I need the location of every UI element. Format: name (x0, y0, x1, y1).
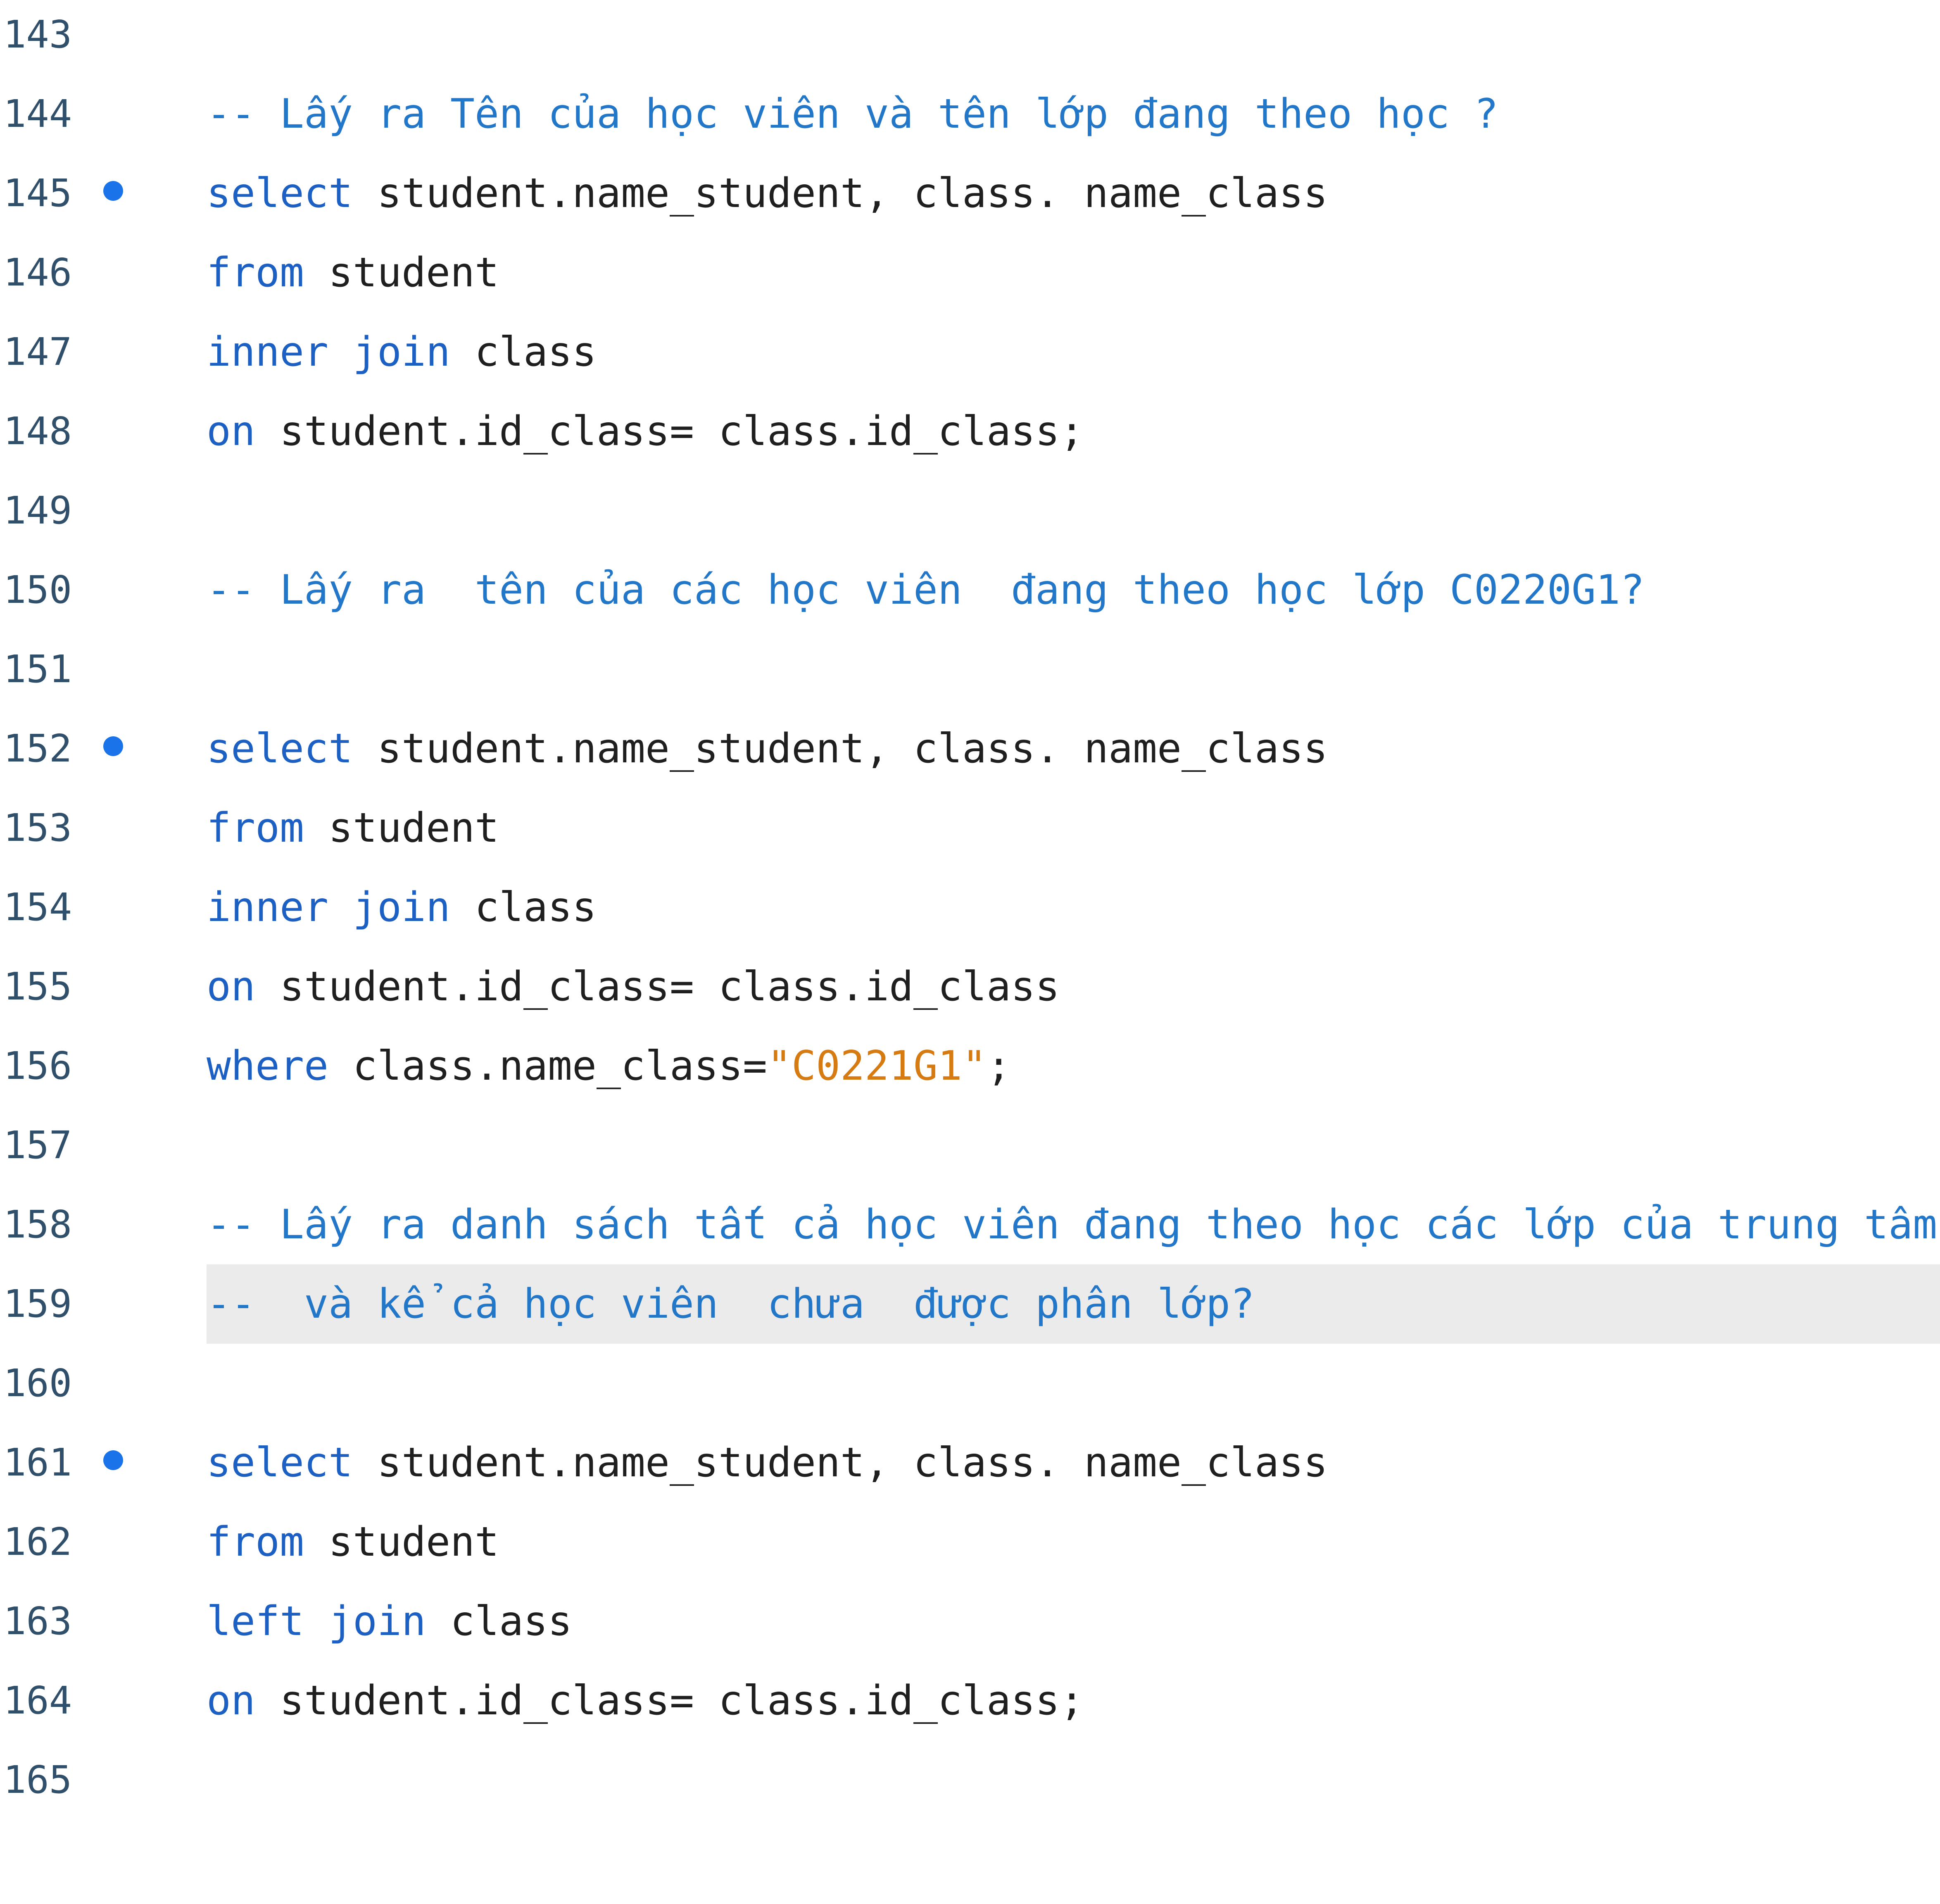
sql-identifier: class (426, 1598, 573, 1645)
code-text: on student.id_class= class.id_class (207, 954, 1060, 1020)
line-number: 147 (3, 330, 72, 374)
sql-comment: -- và kể cả học viên chưa được phân lớp? (207, 1280, 1255, 1328)
line-number: 159 (3, 1282, 72, 1326)
code-editor[interactable]: 143 144 -- Lấy ra Tên của học viên và tên … (0, 0, 1940, 1904)
line-number: 154 (3, 885, 72, 929)
sql-keyword: from (207, 249, 304, 296)
code-text: where class.name_class="C0221G1"; (207, 1033, 1011, 1099)
sql-keyword: on (207, 408, 256, 455)
line-number: 152 (3, 726, 72, 771)
sql-identifier: student (304, 249, 499, 296)
line-number: 164 (3, 1678, 72, 1723)
sql-keyword: select (207, 725, 353, 772)
code-text: from student (207, 1509, 499, 1575)
sql-keyword: select (207, 1439, 353, 1486)
code-line[interactable]: 158 -- Lấy ra danh sách tất cả học viên đ… (0, 1185, 1940, 1264)
sql-string-literal: "C0221G1" (767, 1042, 987, 1090)
code-text: select student.name_student, class. name… (207, 1430, 1328, 1496)
run-statement-dot-icon[interactable] (103, 736, 123, 756)
code-line[interactable]: 145 select student.name_student, class. n… (0, 154, 1940, 233)
line-number: 155 (3, 964, 72, 1009)
sql-identifier: student.id_class= class.id_class (255, 963, 1060, 1010)
line-number: 143 (3, 12, 72, 57)
code-line[interactable]: 162 from student (0, 1502, 1940, 1582)
line-number: 160 (3, 1361, 72, 1405)
sql-comment: -- Lấy ra Tên của học viên và tên lớp đa… (207, 90, 1499, 138)
sql-identifier: student (304, 1518, 499, 1566)
line-number: 158 (3, 1202, 72, 1247)
sql-identifier: ; (987, 1042, 1011, 1090)
line-number: 150 (3, 568, 72, 612)
line-number: 165 (3, 1758, 72, 1802)
sql-keyword: on (207, 1677, 256, 1724)
code-text: left join class (207, 1588, 572, 1654)
line-number: 149 (3, 488, 72, 533)
code-text: from student (207, 795, 499, 861)
code-text: on student.id_class= class.id_class; (207, 1668, 1084, 1734)
sql-identifier: class.name_class= (328, 1042, 768, 1090)
sql-comment: -- Lấy ra tên của các học viên đang theo… (207, 566, 1645, 614)
code-line[interactable]: 161 select student.name_student, class. n… (0, 1423, 1940, 1502)
sql-keyword: from (207, 804, 304, 852)
sql-identifier: student (304, 804, 499, 852)
line-number: 163 (3, 1599, 72, 1643)
line-number: 161 (3, 1440, 72, 1485)
code-line[interactable]: 164 on student.id_class= class.id_class; (0, 1661, 1940, 1740)
line-number: 157 (3, 1123, 72, 1167)
code-line[interactable]: 151 (0, 630, 1940, 709)
code-line[interactable]: 153 from student (0, 788, 1940, 868)
sql-identifier: student.id_class= class.id_class; (255, 1677, 1084, 1724)
code-line[interactable]: 160 (0, 1344, 1940, 1423)
line-number: 151 (3, 647, 72, 691)
code-text: inner join class (207, 874, 597, 940)
line-number: 145 (3, 171, 72, 215)
code-line[interactable]: 165 (0, 1740, 1940, 1820)
run-statement-dot-icon[interactable] (103, 1450, 123, 1470)
code-text: on student.id_class= class.id_class; (207, 398, 1084, 464)
sql-keyword: left join (207, 1598, 426, 1645)
code-line[interactable]: 143 (0, 0, 1940, 74)
code-text: from student (207, 240, 499, 306)
code-text: -- Lấy ra danh sách tất cả học viên đang… (207, 1192, 1937, 1258)
code-text: -- Lấy ra tên của các học viên đang theo… (207, 557, 1645, 623)
code-line[interactable]: 144 -- Lấy ra Tên của học viên và tên lớp… (0, 74, 1940, 154)
sql-identifier: class (450, 328, 597, 376)
code-text: select student.name_student, class. name… (207, 716, 1328, 782)
code-line[interactable]: 154 inner join class (0, 868, 1940, 947)
sql-keyword: inner join (207, 328, 451, 376)
code-text: select student.name_student, class. name… (207, 160, 1328, 226)
sql-keyword: from (207, 1518, 304, 1566)
code-line[interactable]: 149 (0, 471, 1940, 550)
code-line[interactable]: 155 on student.id_class= class.id_class (0, 947, 1940, 1026)
code-line[interactable]: 150 -- Lấy ra tên của các học viên đang t… (0, 550, 1940, 630)
line-number: 148 (3, 409, 72, 453)
code-text: inner join class (207, 319, 597, 385)
sql-identifier: student.name_student, class. name_class (353, 725, 1328, 772)
line-number: 156 (3, 1044, 72, 1088)
run-statement-dot-icon[interactable] (103, 181, 123, 201)
sql-identifier: student.name_student, class. name_class (353, 1439, 1328, 1486)
sql-keyword: where (207, 1042, 329, 1090)
sql-keyword: on (207, 963, 256, 1010)
sql-identifier: student.name_student, class. name_class (353, 170, 1328, 217)
line-number: 162 (3, 1520, 72, 1564)
code-line[interactable]: 157 (0, 1106, 1940, 1185)
sql-comment: -- Lấy ra danh sách tất cả học viên đang… (207, 1201, 1938, 1248)
sql-keyword: select (207, 170, 353, 217)
line-number: 146 (3, 250, 72, 295)
code-line[interactable]: 156 where class.name_class="C0221G1"; (0, 1026, 1940, 1106)
code-line[interactable]: 159 -- và kể cả học viên chưa được phân l… (0, 1264, 1940, 1344)
line-number: 153 (3, 806, 72, 850)
code-text: -- và kể cả học viên chưa được phân lớp? (207, 1271, 1255, 1337)
sql-identifier: student.id_class= class.id_class; (255, 408, 1084, 455)
sql-identifier: class (450, 884, 597, 931)
code-line[interactable]: 148 on student.id_class= class.id_class; (0, 392, 1940, 471)
code-line[interactable]: 146 from student (0, 233, 1940, 312)
code-line[interactable]: 163 left join class (0, 1582, 1940, 1661)
code-line[interactable]: 152 select student.name_student, class. n… (0, 709, 1940, 788)
code-text: -- Lấy ra Tên của học viên và tên lớp đa… (207, 81, 1498, 147)
sql-keyword: inner join (207, 884, 451, 931)
line-number: 144 (3, 92, 72, 136)
code-line[interactable]: 147 inner join class (0, 312, 1940, 392)
